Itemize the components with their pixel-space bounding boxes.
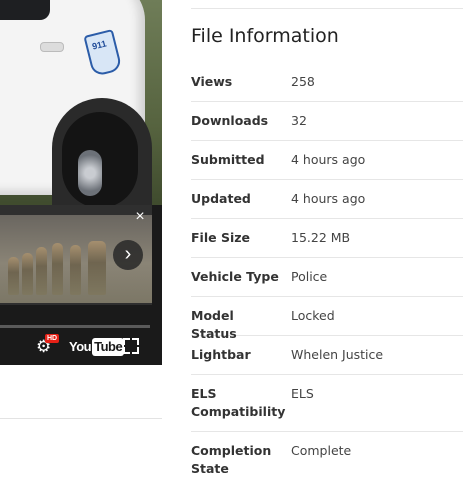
info-label: Model Status: [191, 308, 237, 341]
video-progress-bar[interactable]: [0, 325, 150, 328]
info-row-submitted: Submitted 4 hours ago: [191, 151, 463, 180]
info-label: Completion State: [191, 443, 272, 476]
car-window: [0, 0, 50, 20]
fullscreen-icon[interactable]: [123, 338, 139, 354]
info-label: Vehicle Type: [191, 269, 279, 284]
soldier-figure: [22, 253, 33, 295]
info-label: Lightbar: [191, 347, 251, 362]
soldier-figure: [70, 245, 81, 295]
info-row-downloads: Downloads 32: [191, 112, 463, 141]
soldier-figure: [36, 247, 47, 295]
info-value: 15.22 MB: [291, 230, 351, 245]
info-value: 258: [291, 74, 315, 89]
info-row-model-status: Model Status Locked: [191, 307, 463, 341]
soldier-figure: [52, 243, 63, 295]
info-value: 4 hours ago: [291, 152, 366, 167]
section-divider: [0, 418, 162, 419]
info-row-els-compatibility: ELS Compatibility ELS: [191, 385, 463, 432]
info-row-file-size: File Size 15.22 MB: [191, 229, 463, 258]
info-value: Locked: [291, 308, 335, 323]
info-value: Complete: [291, 443, 352, 458]
info-value: ELS: [291, 386, 314, 401]
info-row-views: Views 258: [191, 73, 463, 102]
info-value: 32: [291, 113, 307, 128]
info-row-completion-state: Completion State Complete: [191, 442, 463, 482]
door-handle: [40, 42, 64, 52]
close-icon[interactable]: ×: [132, 209, 148, 225]
vehicle-preview-image: 911: [0, 0, 162, 218]
soldier-figure: [88, 241, 106, 295]
file-information-panel: File Information Views 258 Downloads 32 …: [191, 0, 463, 489]
info-value: Police: [291, 269, 328, 284]
info-label: Submitted: [191, 152, 265, 167]
youtube-logo[interactable]: You Tube: [69, 338, 125, 356]
youtube-logo-you: You: [69, 339, 92, 354]
info-row-lightbar: Lightbar Whelen Justice: [191, 346, 463, 375]
info-row-updated: Updated 4 hours ago: [191, 190, 463, 219]
info-value: 4 hours ago: [291, 191, 366, 206]
info-label: ELS Compatibility: [191, 386, 286, 419]
hd-badge-icon: HD: [45, 334, 60, 343]
chevron-right-icon[interactable]: ›: [113, 240, 143, 270]
top-divider: [191, 8, 463, 9]
file-information-title: File Information: [191, 25, 339, 47]
info-label: Updated: [191, 191, 251, 206]
info-row-vehicle-type: Vehicle Type Police: [191, 268, 463, 297]
info-value: Whelen Justice: [291, 347, 384, 362]
info-label: Views: [191, 74, 233, 89]
wheel-rim: [78, 150, 102, 196]
player-controls: ⚙ HD You Tube: [0, 332, 162, 362]
info-label: File Size: [191, 230, 250, 245]
video-player[interactable]: 911 × › ⚙ HD You Tube: [0, 0, 162, 365]
info-label: Downloads: [191, 113, 269, 128]
soldier-figure: [8, 257, 19, 295]
youtube-logo-tube: Tube: [92, 338, 125, 356]
